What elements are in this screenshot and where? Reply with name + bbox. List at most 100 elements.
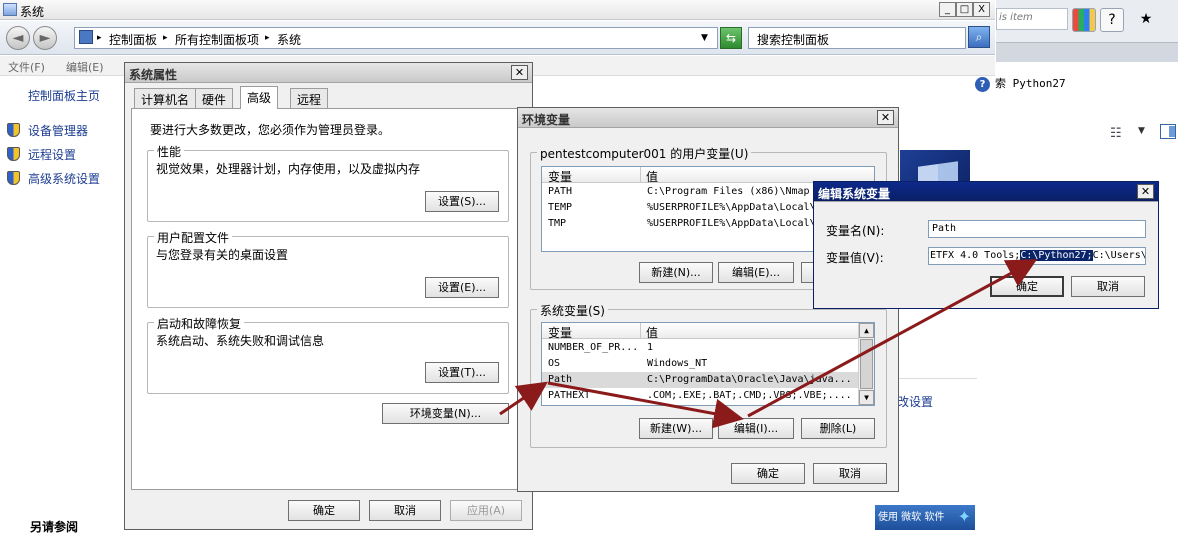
variable-value-field[interactable]: ETFX 4.0 Tools;C:\Python27;C:\Users\ bbox=[928, 247, 1146, 265]
apps-grid-icon[interactable] bbox=[1072, 8, 1096, 32]
help-icon[interactable]: ? bbox=[975, 77, 990, 92]
variable-name: TEMP bbox=[548, 202, 573, 213]
scroll-down-icon[interactable]: ▼ bbox=[859, 390, 874, 405]
tab-advanced[interactable]: 高级 bbox=[240, 86, 279, 109]
ok-button[interactable]: 确定 bbox=[288, 500, 360, 521]
close-icon[interactable]: ✕ bbox=[877, 110, 894, 125]
variable-value: %USERPROFILE%\AppData\Local\ bbox=[647, 218, 816, 229]
variable-name: PATHEXT bbox=[548, 390, 591, 401]
variable-name: TMP bbox=[548, 218, 567, 229]
variable-value: %USERPROFILE%\AppData\Local\ bbox=[647, 202, 816, 213]
startup-recovery-settings-button[interactable]: 设置(T)... bbox=[425, 362, 499, 383]
menu-edit[interactable]: 编辑(E) bbox=[66, 59, 104, 75]
column-separator[interactable] bbox=[640, 323, 641, 339]
edit-cancel-button[interactable]: 取消 bbox=[1071, 276, 1145, 297]
cancel-button[interactable]: 取消 bbox=[369, 500, 441, 521]
startup-recovery-legend: 启动和故障恢复 bbox=[154, 315, 245, 332]
column-value[interactable]: 值 bbox=[646, 324, 658, 341]
user-profiles-legend: 用户配置文件 bbox=[154, 229, 233, 246]
dialog-title: 编辑系统变量 bbox=[818, 187, 891, 201]
system-delete-button[interactable]: 删除(L) bbox=[801, 418, 875, 439]
search-input[interactable]: 搜索控制面板 bbox=[748, 27, 966, 49]
favorites-star-icon[interactable]: ★ bbox=[1134, 8, 1158, 32]
system-variables-scrollbar[interactable]: ▲ ▼ bbox=[858, 323, 874, 405]
user-new-button[interactable]: 新建(N)... bbox=[639, 262, 713, 283]
search-icon[interactable]: ⌕ bbox=[968, 26, 990, 48]
scroll-thumb[interactable] bbox=[860, 339, 873, 389]
help-button[interactable]: ? bbox=[1100, 8, 1124, 32]
change-settings-link[interactable]: 改设置 bbox=[897, 393, 933, 410]
address-bar[interactable]: ▸ 控制面板 ▸ 所有控制面板项 ▸ 系统 ▼ bbox=[74, 27, 718, 49]
variable-name-field[interactable]: Path bbox=[928, 220, 1146, 238]
view-options-icon[interactable]: ☷ bbox=[1110, 126, 1122, 141]
edit-ok-button[interactable]: 确定 bbox=[990, 276, 1064, 297]
column-separator[interactable] bbox=[640, 167, 641, 183]
device-manager-link[interactable]: 设备管理器 bbox=[28, 122, 88, 139]
tab-remote[interactable]: 远程 bbox=[290, 88, 329, 108]
close-button[interactable]: X bbox=[973, 2, 990, 17]
dialog-title: 系统属性 bbox=[129, 68, 178, 82]
env-ok-button[interactable]: 确定 bbox=[731, 463, 805, 484]
variable-value: .COM;.EXE;.BAT;.CMD;.VBS;.VBE;.... bbox=[647, 390, 852, 401]
system-variables-list[interactable]: 变量 值 NUMBER_OF_PR... 1 OS Windows_NT Pat… bbox=[541, 322, 875, 406]
system-edit-button[interactable]: 编辑(I)... bbox=[718, 418, 794, 439]
column-value[interactable]: 值 bbox=[646, 168, 658, 185]
scroll-up-icon[interactable]: ▲ bbox=[859, 323, 874, 338]
apply-button[interactable]: 应用(A) bbox=[450, 500, 522, 521]
navigation-bar: ◄ ► ▸ 控制面板 ▸ 所有控制面板项 ▸ 系统 ▼ ⇆ 搜索控制面板 ⌕ bbox=[0, 21, 995, 55]
breadcrumb-system[interactable]: 系统 bbox=[277, 31, 301, 48]
column-variable[interactable]: 变量 bbox=[548, 324, 572, 341]
breadcrumb-separator-icon[interactable]: ▸ bbox=[163, 33, 168, 43]
menu-file[interactable]: 文件(F) bbox=[8, 59, 45, 75]
address-dropdown-icon[interactable]: ▼ bbox=[701, 33, 708, 43]
breadcrumb-separator-icon[interactable]: ▸ bbox=[265, 33, 270, 43]
tab-computer-name[interactable]: 计算机名 bbox=[134, 88, 197, 108]
left-task-pane: 控制面板主页 设备管理器 远程设置 高级系统设置 bbox=[0, 77, 125, 530]
close-icon[interactable]: ✕ bbox=[511, 65, 528, 80]
table-row[interactable]: PATHEXT .COM;.EXE;.BAT;.CMD;.VBS;.VBE;..… bbox=[542, 388, 860, 404]
admin-notice: 要进行大多数更改，您必须作为管理员登录。 bbox=[150, 123, 391, 137]
star-logo-icon: ✦ bbox=[957, 507, 971, 526]
user-profiles-settings-button[interactable]: 设置(E)... bbox=[425, 277, 499, 298]
table-row-selected[interactable]: Path C:\ProgramData\Oracle\Java\java... bbox=[542, 372, 860, 388]
forward-button[interactable]: ► bbox=[33, 26, 57, 50]
performance-settings-button[interactable]: 设置(S)... bbox=[425, 191, 499, 212]
environment-variables-button[interactable]: 环境变量(N)... bbox=[382, 403, 509, 424]
maximize-button[interactable]: □ bbox=[956, 2, 973, 17]
value-text-selected: C:\Python27; bbox=[1020, 250, 1093, 261]
window-title: 系统 bbox=[20, 5, 45, 19]
shield-icon bbox=[7, 147, 20, 161]
back-button[interactable]: ◄ bbox=[6, 26, 30, 50]
env-cancel-button[interactable]: 取消 bbox=[813, 463, 887, 484]
advanced-system-settings-link[interactable]: 高级系统设置 bbox=[28, 170, 100, 187]
minimize-button[interactable]: _ bbox=[939, 2, 956, 17]
breadcrumb-control-panel[interactable]: 控制面板 bbox=[109, 31, 157, 48]
preview-pane-icon[interactable] bbox=[1160, 124, 1176, 139]
close-icon[interactable]: ✕ bbox=[1137, 184, 1154, 199]
genuine-microsoft-badge: 使用 微软 软件 ✦ bbox=[875, 505, 975, 530]
user-profiles-description: 与您登录有关的桌面设置 bbox=[156, 248, 289, 262]
variable-name: PATH bbox=[548, 186, 573, 197]
variable-value: 1 bbox=[647, 342, 654, 353]
control-panel-home-link[interactable]: 控制面板主页 bbox=[28, 87, 100, 104]
system-new-button[interactable]: 新建(W)... bbox=[639, 418, 713, 439]
system-properties-title-bar: 系统属性 ✕ bbox=[125, 63, 532, 83]
refresh-go-icon[interactable]: ⇆ bbox=[720, 27, 742, 49]
badge-text: 使用 微软 软件 bbox=[878, 512, 945, 523]
user-edit-button[interactable]: 编辑(E)... bbox=[718, 262, 794, 283]
browser-search-input[interactable]: is item bbox=[996, 8, 1068, 30]
variable-value: C:\ProgramData\Oracle\Java\java... bbox=[647, 374, 852, 385]
shield-icon bbox=[7, 123, 20, 137]
column-variable[interactable]: 变量 bbox=[548, 168, 572, 185]
table-row[interactable]: OS Windows_NT bbox=[542, 356, 860, 372]
performance-description: 视觉效果，处理器计划，内存使用，以及虚拟内存 bbox=[156, 162, 421, 176]
control-panel-icon bbox=[79, 30, 93, 44]
remote-settings-link[interactable]: 远程设置 bbox=[28, 146, 76, 163]
system-app-icon bbox=[3, 3, 17, 16]
breadcrumb-all-items[interactable]: 所有控制面板项 bbox=[175, 31, 259, 48]
view-dropdown-icon[interactable]: ▼ bbox=[1138, 126, 1145, 136]
table-row[interactable]: NUMBER_OF_PR... 1 bbox=[542, 340, 860, 356]
dialog-title: 环境变量 bbox=[522, 113, 571, 127]
tab-hardware[interactable]: 硬件 bbox=[195, 88, 234, 108]
breadcrumb-separator-icon[interactable]: ▸ bbox=[97, 33, 102, 43]
